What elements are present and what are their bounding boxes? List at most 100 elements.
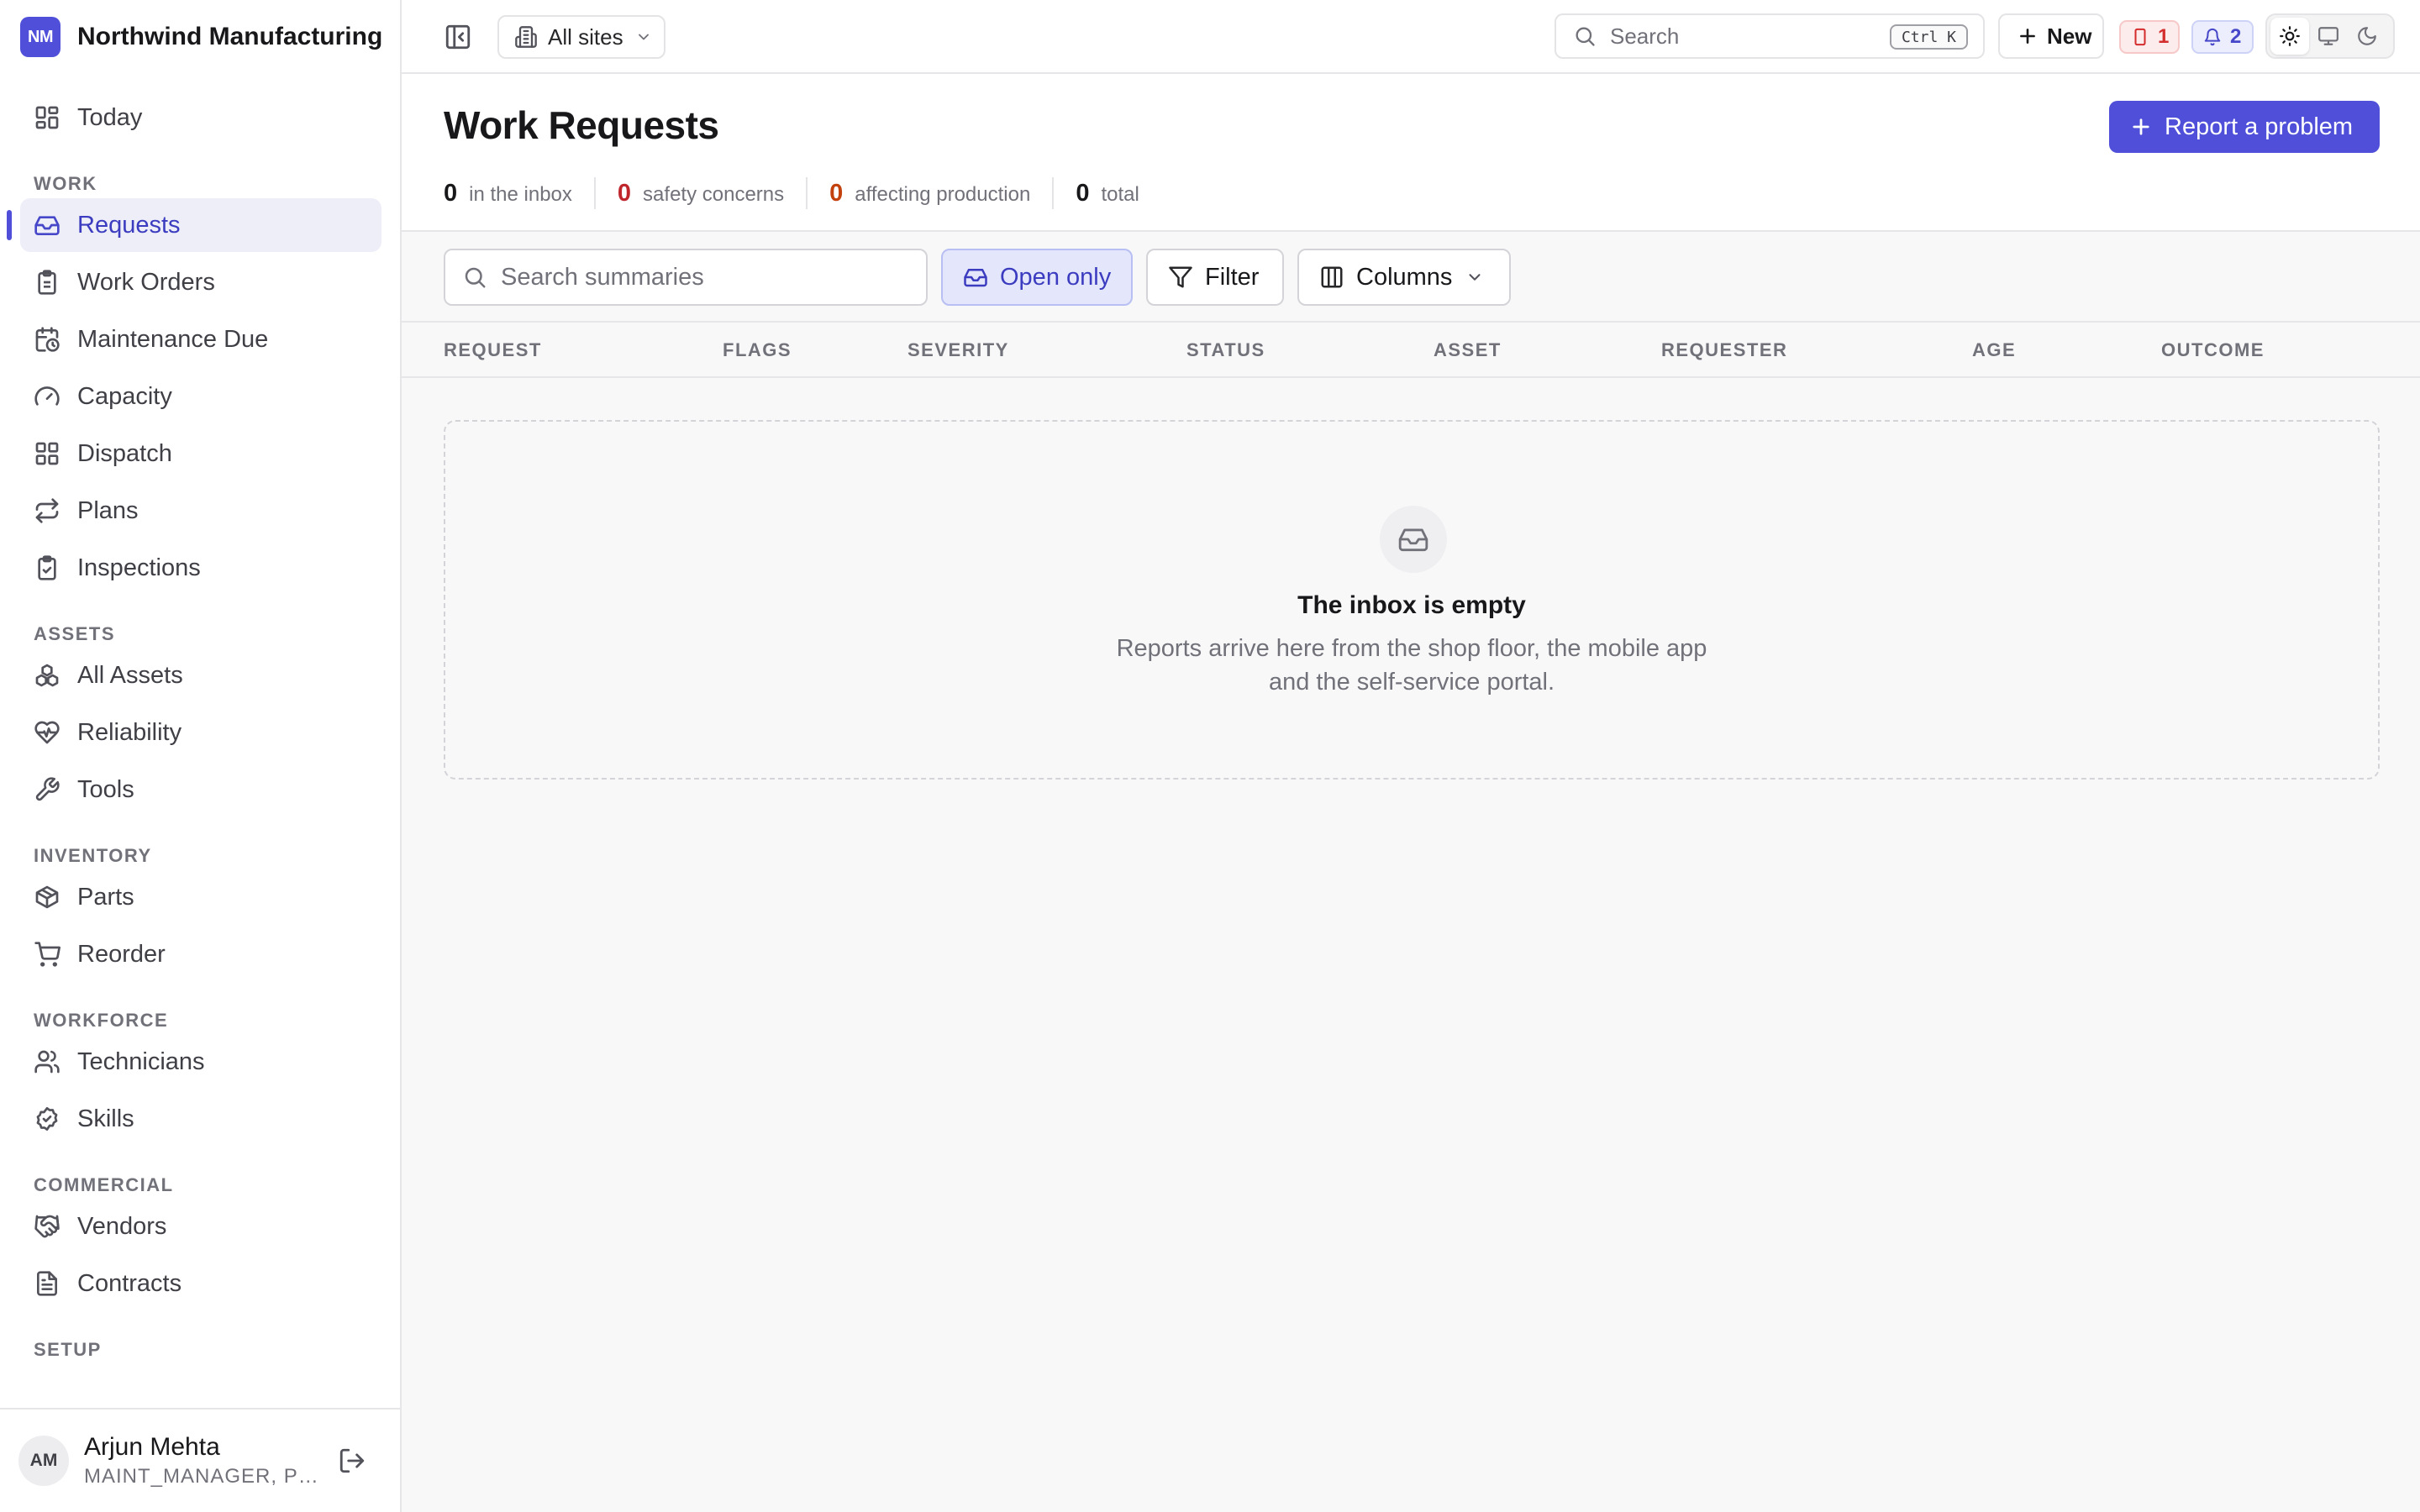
- clipboard-icon: [34, 269, 60, 296]
- avatar: AM: [18, 1436, 69, 1486]
- open-only-toggle[interactable]: Open only: [941, 249, 1133, 306]
- notifications-badge[interactable]: 2: [2191, 20, 2254, 54]
- column-header-severity[interactable]: SEVERITY: [908, 339, 1009, 361]
- summary-search-input[interactable]: [501, 263, 921, 291]
- sidebar-item-dispatch[interactable]: Dispatch: [20, 427, 381, 480]
- sidebar-item-plans[interactable]: Plans: [20, 484, 381, 538]
- sidebar-item-label: All Assets: [77, 661, 183, 689]
- report-problem-label: Report a problem: [2165, 113, 2354, 140]
- sidebar-item-label: Plans: [77, 496, 139, 524]
- theme-light-button[interactable]: [2270, 18, 2309, 55]
- sidebar-item-label: Work Orders: [77, 268, 215, 296]
- sidebar-item-capacity[interactable]: Capacity: [20, 370, 381, 423]
- filter-icon: [1168, 265, 1193, 290]
- sidebar-item-all-assets[interactable]: All Assets: [20, 648, 381, 702]
- stat-value: 0: [617, 179, 632, 207]
- user-role: MAINT_MANAGER, PL...: [84, 1465, 319, 1488]
- gauge-icon: [34, 383, 60, 410]
- theme-switcher: [2265, 13, 2395, 59]
- wrench-icon: [34, 776, 60, 803]
- filter-button[interactable]: Filter: [1146, 249, 1284, 306]
- site-selector-label: All sites: [548, 24, 623, 50]
- alerts-badge[interactable]: 1: [2119, 20, 2180, 54]
- boxes-icon: [34, 662, 60, 689]
- sidebar-item-work-orders[interactable]: Work Orders: [20, 255, 381, 309]
- sidebar-item-label: Requests: [77, 211, 181, 239]
- heart-pulse-icon: [34, 719, 60, 746]
- chevron-down-icon: [635, 29, 652, 45]
- column-header-age[interactable]: AGE: [1972, 339, 2016, 361]
- sun-icon: [2279, 25, 2301, 47]
- empty-state-description-line: and the self-service portal.: [1268, 669, 1555, 696]
- bell-icon: [2203, 28, 2222, 46]
- columns-button[interactable]: Columns: [1297, 249, 1511, 306]
- site-selector[interactable]: All sites: [497, 15, 666, 59]
- theme-dark-button[interactable]: [2348, 18, 2386, 55]
- sidebar-item-maintenance-due[interactable]: Maintenance Due: [20, 312, 381, 366]
- nav-section-work: WORK: [34, 173, 97, 194]
- brand[interactable]: NM Northwind Manufacturing: [20, 17, 382, 57]
- column-header-status[interactable]: STATUS: [1186, 339, 1265, 361]
- users-icon: [34, 1048, 60, 1075]
- sidebar-item-label: Skills: [77, 1105, 134, 1132]
- handshake-icon: [34, 1213, 60, 1240]
- sidebar-item-skills[interactable]: Skills: [20, 1092, 381, 1146]
- clipboard-check-icon: [34, 554, 60, 581]
- column-header-flags[interactable]: FLAGS: [723, 339, 792, 361]
- search-icon: [462, 265, 487, 290]
- file-text-icon: [34, 1270, 60, 1297]
- sidebar: NM Northwind Manufacturing Today WORK Re…: [0, 0, 402, 1512]
- brand-logo: NM: [20, 17, 60, 57]
- sidebar-item-label: Today: [77, 103, 143, 131]
- nav-section-workforce: WORKFORCE: [34, 1010, 169, 1031]
- column-header-asset[interactable]: ASSET: [1434, 339, 1502, 361]
- columns-icon: [1319, 265, 1344, 290]
- column-header-request[interactable]: REQUEST: [444, 339, 542, 361]
- sidebar-item-label: Maintenance Due: [77, 325, 269, 353]
- monitor-icon: [2317, 25, 2339, 47]
- brand-name: Northwind Manufacturing: [77, 23, 383, 50]
- request-stats: 0 in the inbox 0 safety concerns 0 affec…: [444, 177, 1139, 209]
- moon-icon: [2356, 25, 2378, 47]
- sidebar-item-label: Parts: [77, 883, 134, 911]
- sidebar-item-vendors[interactable]: Vendors: [20, 1200, 381, 1253]
- stat-total: 0 total: [1076, 180, 1139, 207]
- package-icon: [34, 884, 60, 911]
- table-header: REQUEST FLAGS SEVERITY STATUS ASSET REQU…: [402, 323, 2420, 378]
- column-header-outcome[interactable]: OUTCOME: [2161, 339, 2265, 361]
- page-title: Work Requests: [444, 103, 719, 147]
- empty-state-title: The inbox is empty: [1297, 591, 1526, 619]
- stat-safety: 0 safety concerns: [618, 180, 784, 207]
- sidebar-toggle-icon[interactable]: [444, 23, 472, 51]
- sidebar-item-requests[interactable]: Requests: [7, 198, 381, 252]
- column-header-requester[interactable]: REQUESTER: [1661, 339, 1787, 361]
- sidebar-item-label: Vendors: [77, 1212, 167, 1240]
- sidebar-item-label: Reliability: [77, 718, 182, 746]
- sidebar-item-contracts[interactable]: Contracts: [20, 1257, 381, 1310]
- sidebar-item-reorder[interactable]: Reorder: [20, 927, 381, 981]
- theme-system-button[interactable]: [2309, 18, 2348, 55]
- calendar-clock-icon: [34, 326, 60, 353]
- sidebar-item-reliability[interactable]: Reliability: [20, 706, 381, 759]
- notifications-count: 2: [2230, 25, 2242, 48]
- sidebar-item-inspections[interactable]: Inspections: [20, 541, 381, 595]
- logout-icon[interactable]: [338, 1446, 366, 1475]
- stat-label: safety concerns: [643, 182, 785, 206]
- sidebar-item-technicians[interactable]: Technicians: [20, 1035, 381, 1089]
- empty-state-description: Reports arrive here from the shop floor,…: [445, 632, 2378, 699]
- sidebar-item-parts[interactable]: Parts: [20, 870, 381, 924]
- sidebar-item-today[interactable]: Today: [20, 91, 381, 144]
- sidebar-item-label: Tools: [77, 775, 134, 803]
- report-problem-button[interactable]: Report a problem: [2109, 101, 2380, 153]
- stat-value: 0: [1076, 179, 1090, 207]
- device-alert-icon: [2131, 28, 2149, 46]
- repeat-icon: [34, 497, 60, 524]
- user-menu[interactable]: AM Arjun Mehta MAINT_MANAGER, PL...: [0, 1408, 400, 1512]
- global-search[interactable]: Search Ctrl K: [1555, 13, 1985, 59]
- page-header: Work Requests Report a problem 0 in the …: [402, 74, 2420, 232]
- top-bar: All sites Search Ctrl K New 1 2: [402, 0, 2420, 74]
- new-button[interactable]: New: [1998, 13, 2104, 59]
- stat-divider: [806, 177, 808, 209]
- stat-divider: [1052, 177, 1055, 209]
- sidebar-item-tools[interactable]: Tools: [20, 763, 381, 816]
